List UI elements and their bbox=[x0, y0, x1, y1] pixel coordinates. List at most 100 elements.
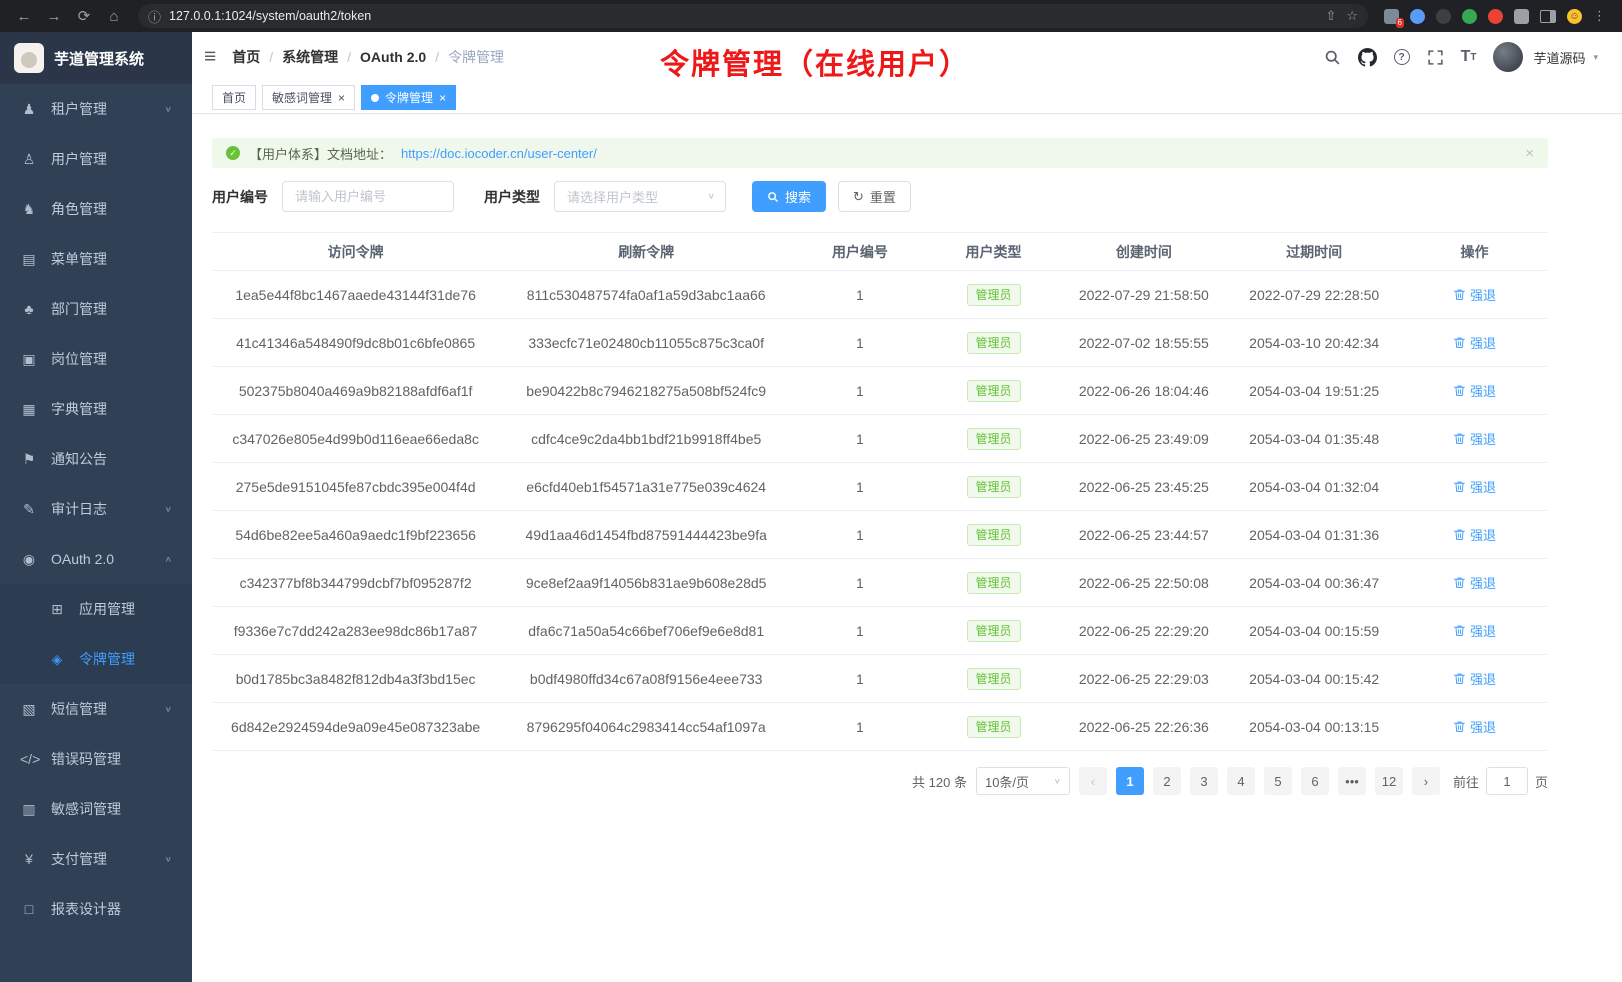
view-tab[interactable]: 敏感词管理 × bbox=[262, 85, 355, 110]
extension-icon[interactable] bbox=[1436, 9, 1451, 24]
expires-at-cell: 2054-03-04 00:13:15 bbox=[1227, 703, 1401, 751]
chevron-down-icon[interactable]: ▾ bbox=[1593, 52, 1598, 63]
page-size-select[interactable]: 10条/页 ∨ bbox=[976, 767, 1070, 795]
page-button[interactable]: 3 bbox=[1190, 767, 1218, 795]
tab-label: 敏感词管理 bbox=[272, 89, 332, 106]
sidebar-item[interactable]: ◉OAuth 2.0∧ bbox=[0, 534, 192, 584]
collapse-sidebar-icon[interactable]: ≡ bbox=[204, 45, 216, 69]
reset-button[interactable]: ↻ 重置 bbox=[838, 181, 911, 212]
force-logout-button[interactable]: 强退 bbox=[1453, 621, 1496, 640]
page-button[interactable]: 4 bbox=[1227, 767, 1255, 795]
token-table-row: 6d842e2924594de9a09e45e087323abe8796295f… bbox=[212, 703, 1548, 751]
force-logout-button[interactable]: 强退 bbox=[1453, 669, 1496, 688]
close-tab-icon[interactable]: × bbox=[439, 92, 446, 104]
force-logout-button[interactable]: 强退 bbox=[1453, 477, 1496, 496]
profile-avatar-icon[interactable]: ☺ bbox=[1567, 9, 1582, 24]
actions-cell: 强退 bbox=[1401, 463, 1548, 511]
page-button[interactable]: 5 bbox=[1264, 767, 1292, 795]
user-name[interactable]: 芋道源码 bbox=[1533, 48, 1585, 67]
browser-forward-icon[interactable]: → bbox=[40, 3, 68, 29]
force-logout-button[interactable]: 强退 bbox=[1453, 333, 1496, 352]
sidebar-item[interactable]: ▤菜单管理 bbox=[0, 234, 192, 284]
share-icon[interactable]: ⇧ bbox=[1325, 8, 1336, 24]
close-tab-icon[interactable]: × bbox=[338, 92, 345, 104]
user-type-badge: 管理员 bbox=[967, 476, 1021, 498]
sidebar-item[interactable]: ⊞应用管理 bbox=[0, 584, 192, 634]
user-id-input[interactable] bbox=[282, 181, 454, 212]
force-logout-button[interactable]: 强退 bbox=[1453, 717, 1496, 736]
doc-link[interactable]: https://doc.iocoder.cn/user-center/ bbox=[401, 146, 597, 161]
chevron-down-icon: ∨ bbox=[165, 705, 172, 713]
department-icon: ♣ bbox=[20, 301, 38, 317]
force-logout-button[interactable]: 强退 bbox=[1453, 573, 1496, 592]
user-type-select[interactable]: 请选择用户类型 ∨ bbox=[554, 181, 726, 212]
force-logout-button[interactable]: 强退 bbox=[1453, 525, 1496, 544]
extension-icon[interactable] bbox=[1488, 9, 1503, 24]
force-logout-button[interactable]: 强退 bbox=[1453, 285, 1496, 304]
token-table: 访问令牌刷新令牌用户编号用户类型创建时间过期时间操作 1ea5e44f8bc14… bbox=[212, 232, 1548, 751]
browser-home-icon[interactable]: ⌂ bbox=[100, 3, 128, 29]
extension-icon[interactable]: 6 bbox=[1384, 9, 1399, 24]
browser-reload-icon[interactable]: ⟳ bbox=[70, 3, 98, 29]
sidebar-item[interactable]: ◈令牌管理 bbox=[0, 634, 192, 684]
extension-icon[interactable] bbox=[1410, 9, 1425, 24]
expires-at-cell: 2054-03-04 19:51:25 bbox=[1227, 367, 1401, 415]
search-button[interactable]: 搜索 bbox=[752, 181, 826, 212]
breadcrumb-item[interactable]: OAuth 2.0 bbox=[360, 49, 426, 65]
sidebar-item[interactable]: ♞角色管理 bbox=[0, 184, 192, 234]
sidebar-item[interactable]: ▧短信管理∨ bbox=[0, 684, 192, 734]
view-tab[interactable]: 首页 bbox=[212, 85, 256, 110]
bookmark-star-icon[interactable]: ☆ bbox=[1346, 8, 1358, 24]
sidebar-item[interactable]: ▣岗位管理 bbox=[0, 334, 192, 384]
view-tabs-bar: 首页敏感词管理×令牌管理× bbox=[192, 82, 1622, 114]
total-count: 共 120 条 bbox=[912, 772, 967, 791]
force-logout-button[interactable]: 强退 bbox=[1453, 381, 1496, 400]
sidebar-item[interactable]: ¥支付管理∨ bbox=[0, 834, 192, 884]
alert-text: 【用户体系】文档地址： bbox=[249, 144, 392, 163]
help-icon[interactable]: ? bbox=[1394, 49, 1410, 65]
expires-at-cell: 2054-03-10 20:42:34 bbox=[1227, 319, 1401, 367]
sidebar-item[interactable]: □报表设计器 bbox=[0, 884, 192, 934]
extension-icon[interactable] bbox=[1462, 9, 1477, 24]
sidebar-item[interactable]: ⚑通知公告 bbox=[0, 434, 192, 484]
sidebar-item[interactable]: </>错误码管理 bbox=[0, 734, 192, 784]
sidebar-item[interactable]: ♟租户管理∨ bbox=[0, 84, 192, 134]
close-alert-icon[interactable]: × bbox=[1525, 145, 1534, 162]
user-icon: ♙ bbox=[20, 151, 38, 168]
force-logout-label: 强退 bbox=[1470, 381, 1496, 400]
user-avatar[interactable] bbox=[1493, 42, 1523, 72]
sidebar-item[interactable]: ♣部门管理 bbox=[0, 284, 192, 334]
sidebar-item[interactable]: ✎审计日志∨ bbox=[0, 484, 192, 534]
page-button[interactable]: 12 bbox=[1375, 767, 1403, 795]
fullscreen-icon[interactable] bbox=[1427, 49, 1444, 66]
next-page-button[interactable]: › bbox=[1412, 767, 1440, 795]
access-token-cell: c342377bf8b344799dcbf7bf095287f2 bbox=[212, 559, 499, 607]
user-type-badge: 管理员 bbox=[967, 620, 1021, 642]
view-tab[interactable]: 令牌管理× bbox=[361, 85, 456, 110]
page-button[interactable]: 2 bbox=[1153, 767, 1181, 795]
github-icon[interactable] bbox=[1358, 48, 1377, 67]
app-logo[interactable]: 芋道管理系统 bbox=[0, 32, 192, 84]
browser-back-icon[interactable]: ← bbox=[10, 3, 38, 29]
search-icon[interactable] bbox=[1324, 49, 1341, 66]
site-info-icon[interactable]: ⓘ bbox=[148, 7, 161, 26]
breadcrumb-item[interactable]: 首页 bbox=[232, 47, 260, 67]
sidebar-item[interactable]: ▦字典管理 bbox=[0, 384, 192, 434]
force-logout-button[interactable]: 强退 bbox=[1453, 429, 1496, 448]
sidebar-item[interactable]: ♙用户管理 bbox=[0, 134, 192, 184]
side-panel-icon[interactable] bbox=[1540, 10, 1556, 23]
goto-page-input[interactable] bbox=[1486, 767, 1528, 795]
more-pages-button[interactable]: ••• bbox=[1338, 767, 1366, 795]
page-button[interactable]: 1 bbox=[1116, 767, 1144, 795]
expires-at-cell: 2054-03-04 00:15:42 bbox=[1227, 655, 1401, 703]
prev-page-button[interactable]: ‹ bbox=[1079, 767, 1107, 795]
font-size-icon[interactable]: TT bbox=[1461, 48, 1477, 66]
extensions-puzzle-icon[interactable] bbox=[1514, 9, 1529, 24]
breadcrumb-item[interactable]: 系统管理 bbox=[282, 47, 338, 67]
sidebar-item[interactable]: ▥敏感词管理 bbox=[0, 784, 192, 834]
page-button[interactable]: 6 bbox=[1301, 767, 1329, 795]
user-type-badge: 管理员 bbox=[967, 332, 1021, 354]
active-tab-dot bbox=[371, 94, 379, 102]
browser-menu-icon[interactable]: ⋮ bbox=[1593, 8, 1606, 24]
address-bar[interactable]: ⓘ 127.0.0.1:1024/system/oauth2/token ⇧ ☆ bbox=[138, 4, 1368, 28]
